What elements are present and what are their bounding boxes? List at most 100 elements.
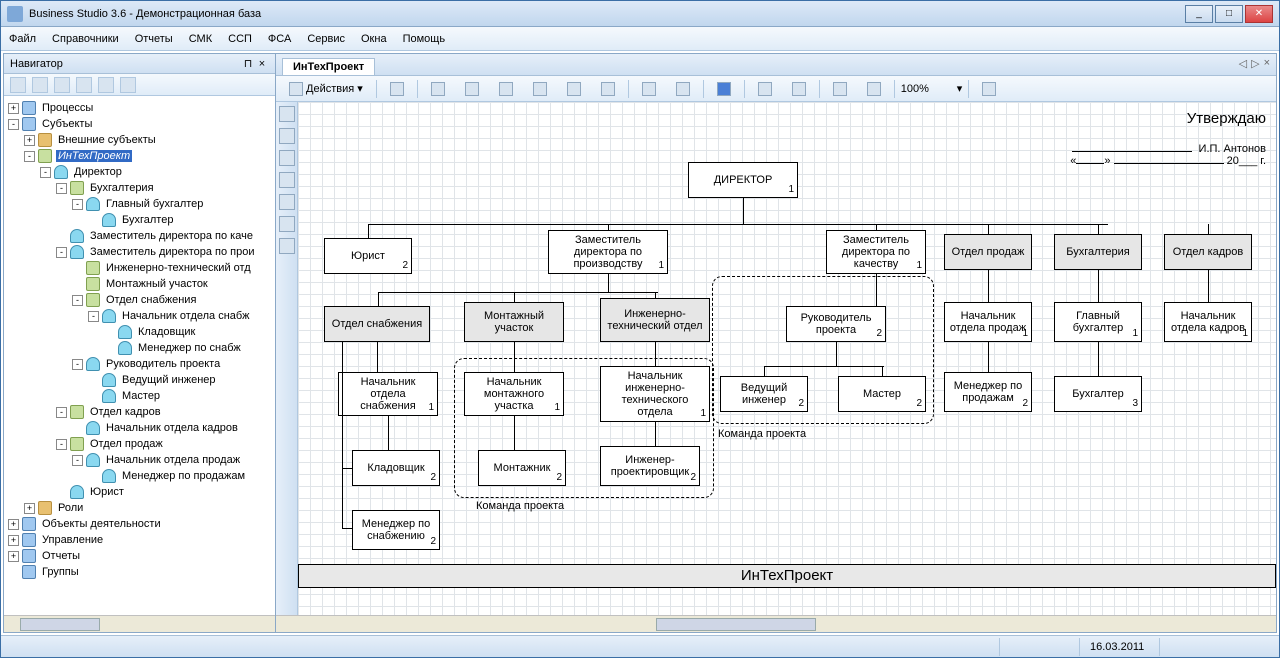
tree-row[interactable]: Инженерно-технический отд (8, 260, 275, 276)
tree-row[interactable]: +Внешние субъекты (8, 132, 275, 148)
org-box-otdel-prodazh[interactable]: Отдел продаж (944, 234, 1032, 270)
expand-icon[interactable]: - (56, 407, 67, 418)
tree-row[interactable]: -Начальник отдела продаж (8, 452, 275, 468)
tree-row[interactable]: -Главный бухгалтер (8, 196, 275, 212)
org-box-kladov[interactable]: Кладовщик2 (352, 450, 440, 486)
menu-smk[interactable]: СМК (189, 33, 212, 45)
org-box-inj-proekt[interactable]: Инженер-проектировщик2 (600, 446, 700, 486)
tree-row[interactable]: Заместитель директора по каче (8, 228, 275, 244)
tree-row[interactable]: -Отдел продаж (8, 436, 275, 452)
expand-icon[interactable]: - (24, 151, 35, 162)
org-box-montazh[interactable]: Монтажник2 (478, 450, 566, 486)
tree-row[interactable]: +Процессы (8, 100, 275, 116)
nav-tool-filter[interactable] (54, 77, 70, 93)
expand-icon[interactable]: + (8, 535, 19, 546)
org-box-master[interactable]: Мастер2 (838, 376, 926, 412)
tree-row[interactable]: +Управление (8, 532, 275, 548)
menu-file[interactable]: Файл (9, 33, 36, 45)
org-box-nach-mont[interactable]: Начальник монтажного участка1 (464, 372, 564, 416)
tree-row[interactable]: Ведущий инженер (8, 372, 275, 388)
menu-ref[interactable]: Справочники (52, 33, 119, 45)
org-box-nach-inj[interactable]: Начальник инженерно-технического отдела1 (600, 366, 710, 422)
org-box-inj-tech[interactable]: Инженерно-технический отдел (600, 298, 710, 342)
tab-close-icon[interactable]: × (1264, 57, 1270, 70)
expand-icon[interactable]: - (56, 183, 67, 194)
org-box-mont-uch[interactable]: Монтажный участок (464, 302, 564, 342)
expand-icon[interactable]: - (88, 311, 99, 322)
tool-org[interactable] (526, 79, 554, 99)
expand-icon[interactable]: + (8, 103, 19, 114)
org-box-men-prodazh[interactable]: Менеджер по продажам2 (944, 372, 1032, 412)
scroll-thumb[interactable] (656, 618, 816, 631)
navigator-tree[interactable]: +Процессы-Субъекты+Внешние субъекты-ИнТе… (4, 96, 275, 615)
tool-wrench[interactable] (492, 79, 520, 99)
tree-row[interactable]: Начальник отдела кадров (8, 420, 275, 436)
tree-row[interactable]: -Субъекты (8, 116, 275, 132)
expand-icon[interactable]: - (8, 119, 19, 130)
tree-row[interactable]: Кладовщик (8, 324, 275, 340)
org-box-otdel-snab[interactable]: Отдел снабжения (324, 306, 430, 342)
expand-icon[interactable]: - (40, 167, 51, 178)
tree-row[interactable]: -Отдел снабжения (8, 292, 275, 308)
tree-row[interactable]: -Директор (8, 164, 275, 180)
tree-row[interactable]: -Отдел кадров (8, 404, 275, 420)
tree-row[interactable]: -Заместитель директора по прои (8, 244, 275, 260)
tool-edit[interactable] (383, 79, 411, 99)
side-tool-4[interactable] (279, 172, 295, 188)
tool-link2[interactable] (594, 79, 622, 99)
side-tool-5[interactable] (279, 194, 295, 210)
org-box-ved-inj[interactable]: Ведущий инженер2 (720, 376, 808, 412)
nav-tool-6[interactable] (120, 77, 136, 93)
tab-next-icon[interactable]: ▷ (1251, 57, 1259, 70)
tool-pointer[interactable] (424, 79, 452, 99)
expand-icon[interactable]: + (24, 503, 35, 514)
menu-help[interactable]: Помощь (403, 33, 446, 45)
tool-auto[interactable] (458, 79, 486, 99)
navigator-hscroll[interactable] (4, 615, 275, 632)
tree-row[interactable]: -Начальник отдела снабж (8, 308, 275, 324)
tool-link1[interactable] (560, 79, 588, 99)
tab-intehproekt[interactable]: ИнТехПроект (282, 58, 375, 75)
menu-service[interactable]: Сервис (307, 33, 345, 45)
menu-reports[interactable]: Отчеты (135, 33, 173, 45)
side-tool-6[interactable] (279, 216, 295, 232)
close-button[interactable]: ✕ (1245, 5, 1273, 23)
tree-row[interactable]: Монтажный участок (8, 276, 275, 292)
org-box-nach-prodazh[interactable]: Начальник отдела продаж1 (944, 302, 1032, 342)
expand-icon[interactable]: - (72, 295, 83, 306)
tab-prev-icon[interactable]: ◁ (1239, 57, 1247, 70)
zoom-dropdown-icon[interactable]: ▾ (957, 82, 963, 95)
tool-nav1[interactable] (826, 79, 854, 99)
org-box-buhgalter[interactable]: Бухгалтер3 (1054, 376, 1142, 412)
expand-icon[interactable]: - (72, 199, 83, 210)
org-box-gl-buh[interactable]: Главный бухгалтер1 (1054, 302, 1142, 342)
org-box-zam-proizv[interactable]: Заместитель директора по производству1 (548, 230, 668, 274)
side-tool-1[interactable] (279, 106, 295, 122)
org-box-buhgalteria[interactable]: Бухгалтерия (1054, 234, 1142, 270)
titlebar[interactable]: Business Studio 3.6 - Демонстрационная б… (1, 1, 1279, 27)
tree-row[interactable]: +Роли (8, 500, 275, 516)
org-box-jurist[interactable]: Юрист2 (324, 238, 412, 274)
nav-tool-2[interactable] (32, 77, 48, 93)
expand-icon[interactable]: + (8, 519, 19, 530)
expand-icon[interactable]: + (8, 551, 19, 562)
tree-row[interactable]: +Объекты деятельности (8, 516, 275, 532)
tree-row[interactable]: -ИнТехПроект (8, 148, 275, 164)
expand-icon[interactable]: - (56, 439, 67, 450)
tree-row[interactable]: Мастер (8, 388, 275, 404)
nav-tool-5[interactable] (98, 77, 114, 93)
tool-save[interactable] (710, 79, 738, 99)
tree-row[interactable]: Менеджер по продажам (8, 468, 275, 484)
expand-icon[interactable]: + (24, 135, 35, 146)
tool-refresh[interactable] (975, 79, 1003, 99)
nav-tool-1[interactable] (10, 77, 26, 93)
expand-icon[interactable]: - (56, 247, 67, 258)
minimize-button[interactable]: _ (1185, 5, 1213, 23)
tool-nav2[interactable] (860, 79, 888, 99)
pin-icon[interactable]: ⊓ (241, 57, 255, 70)
actions-button[interactable]: Действия▾ (282, 79, 370, 99)
side-tool-3[interactable] (279, 150, 295, 166)
tree-row[interactable]: Юрист (8, 484, 275, 500)
expand-icon[interactable]: - (72, 359, 83, 370)
org-box-zam-kach[interactable]: Заместитель директора по качеству1 (826, 230, 926, 274)
